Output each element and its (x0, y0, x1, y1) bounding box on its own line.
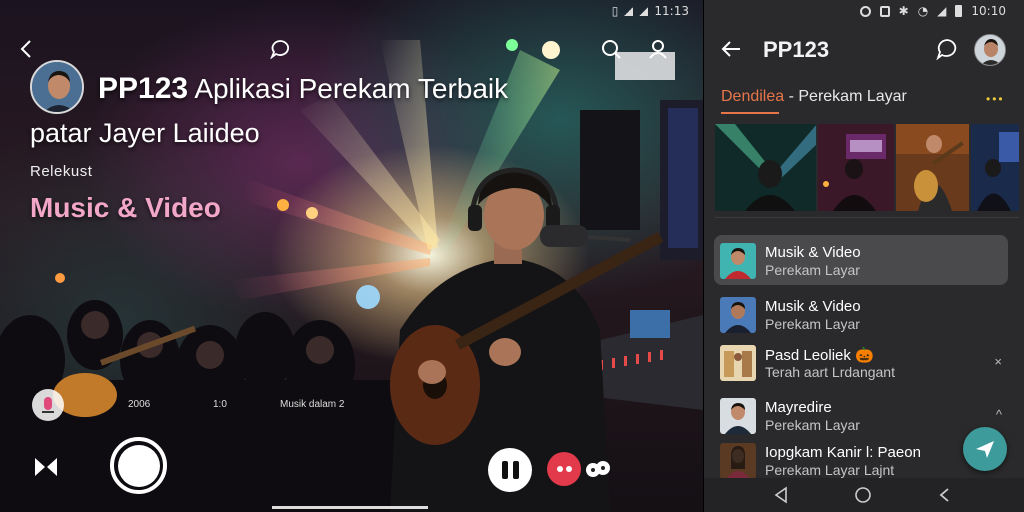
item-thumbnail (720, 398, 756, 434)
sim-icon: ▯ (611, 4, 619, 18)
list-item[interactable]: Mayredire Perekam Layar ^ (714, 390, 1008, 440)
system-nav-bar (704, 478, 1024, 512)
divider (715, 217, 1019, 218)
section-highlight: Dendilea (721, 88, 785, 105)
item-thumbnail (720, 345, 756, 381)
thumbnail[interactable] (715, 124, 817, 211)
send-icon (976, 441, 994, 458)
chat-bubble-icon[interactable] (269, 38, 291, 60)
section-title: - Perekam Layar (784, 88, 907, 105)
list-item[interactable]: Pasd Leoliek 🎃 Terah aart Lrdangant × (714, 337, 1008, 387)
page-title: PP123 Aplikasi Perekam Terbaik (98, 72, 508, 106)
chat-bubble-icon[interactable] (936, 38, 958, 61)
mic-toggle-icon[interactable] (32, 389, 64, 421)
camera-switch-icon[interactable] (584, 455, 612, 483)
list-item[interactable]: Musik & Video Perekam Layar (714, 235, 1008, 285)
overlay-text: 1:0 (213, 399, 227, 410)
pause-icon (512, 461, 519, 479)
more-options-icon[interactable]: ••• (986, 92, 1005, 106)
status-bar: ▯ 11:13 (612, 4, 689, 18)
stop-icon (556, 466, 563, 472)
overlay-text: Musik dalam 2 (280, 399, 345, 410)
app-tagline: Aplikasi Perekam Terbaik (194, 73, 509, 104)
app-title: PP123 (763, 37, 830, 62)
item-subtitle: Perekam Layar (765, 417, 860, 433)
section-header[interactable]: Dendilea - Perekam Layar (721, 88, 907, 106)
page-subtitle: patar Jayer Laiideo (30, 118, 260, 148)
close-icon[interactable]: × (994, 354, 1002, 369)
thumbnail[interactable] (895, 124, 970, 211)
thumbnail[interactable] (971, 124, 1019, 211)
stop-icon (565, 466, 572, 472)
pause-icon (501, 461, 508, 479)
share-fab[interactable] (963, 427, 1007, 471)
item-thumbnail (720, 443, 756, 479)
item-title: Pasd Leoliek 🎃 (765, 347, 874, 364)
nav-back-icon[interactable] (772, 486, 790, 504)
pause-button[interactable] (488, 448, 532, 492)
tab-indicator (721, 112, 779, 114)
account-icon[interactable] (647, 38, 669, 60)
small-label: Relekust (30, 163, 93, 180)
profile-avatar[interactable] (974, 34, 1006, 66)
status-time: 10:10 (971, 4, 1006, 18)
signal-icon: ◢ (937, 4, 947, 18)
thumbnail[interactable] (818, 124, 894, 211)
search-icon[interactable] (600, 38, 622, 60)
wifi-icon: ◔ (917, 4, 929, 18)
chevron-up-icon[interactable]: ^ (996, 407, 1002, 422)
list-item[interactable]: Musik & Video Perekam Layar (714, 289, 1008, 339)
item-subtitle: Terah aart Lrdangant (765, 364, 895, 380)
item-subtitle: Perekam Layar Lajnt (765, 462, 895, 478)
item-title: Iopgkam Kanir l: Paeon (765, 444, 921, 461)
creator-avatar[interactable] (30, 60, 84, 114)
item-thumbnail (720, 297, 756, 333)
status-bar: ✱ ◔ ◢ 10:10 (859, 4, 1006, 18)
item-thumbnail (720, 243, 756, 279)
app-name: PP123 (98, 72, 189, 105)
overlay-text: 2006 (128, 399, 151, 410)
stop-button[interactable] (547, 452, 581, 486)
item-subtitle: Perekam Layar (765, 262, 860, 278)
recording-preview: ▯ 11:13 PP123 Aplikasi Perekam Terbaik p… (0, 0, 703, 512)
battery-icon (955, 5, 963, 17)
signal-icon (624, 6, 634, 16)
alarm-icon (859, 5, 871, 17)
category-label: Music & Video (30, 192, 221, 223)
nav-home-icon[interactable] (854, 486, 872, 504)
item-title: Musik & Video (765, 298, 861, 315)
video-thumbnails (715, 124, 1019, 211)
home-indicator (272, 506, 428, 509)
notification-icon (879, 5, 890, 17)
item-title: Mayredire (765, 399, 832, 416)
item-subtitle: Perekam Layar (765, 316, 860, 332)
app-bar: PP123 (704, 30, 1024, 72)
flip-camera-icon[interactable] (33, 455, 59, 479)
record-button[interactable] (110, 437, 167, 494)
chevron-left-icon[interactable] (15, 38, 37, 60)
item-title: Musik & Video (765, 244, 861, 261)
bluetooth-icon: ✱ (898, 4, 909, 18)
record-icon (117, 444, 160, 487)
signal-icon (639, 6, 649, 16)
app-panel: ✱ ◔ ◢ 10:10 PP123 Dendilea - Perekam Lay… (704, 0, 1024, 512)
status-time: 11:13 (654, 4, 689, 18)
nav-recents-icon[interactable] (936, 486, 954, 504)
back-arrow-icon[interactable] (720, 38, 742, 60)
